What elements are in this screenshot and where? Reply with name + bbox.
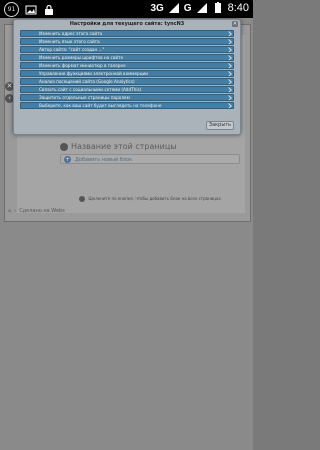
menu-item-analytics[interactable]: Анализ посещений сайта (Google Analytics…	[20, 78, 234, 85]
add-block-label: Добавить новый блок	[75, 157, 133, 163]
network-type: 3G	[150, 2, 164, 14]
clock: 8:40	[227, 2, 249, 14]
section-title-text: Название этой страницы	[71, 142, 177, 151]
home-icon: ⌂	[8, 208, 12, 214]
arrow-icon	[226, 55, 232, 60]
chevron-icon	[79, 196, 86, 202]
lock-icon	[45, 4, 53, 15]
status-bar: 91 3G G 8:40	[0, 0, 253, 18]
arrow-icon	[226, 63, 232, 68]
section-title: Название этой страницы	[60, 142, 177, 151]
menu-item-author[interactable]: Автор сайта: "сайт создан ..."	[20, 46, 234, 53]
settings-menu: Изменить адрес этого сайта Изменить язык…	[20, 30, 234, 110]
arrow-icon	[226, 39, 232, 44]
footer-crumb: ⌂ › Сделано на Webs	[8, 208, 65, 214]
arrow-icon	[226, 79, 232, 84]
dialog-close-icon[interactable]: ✕	[232, 21, 238, 27]
section-icon	[60, 142, 68, 151]
battery-icon	[214, 2, 221, 13]
signal-icon-2	[196, 3, 207, 13]
image-icon	[25, 5, 37, 14]
add-block-button[interactable]: + Добавить новый блок	[60, 154, 240, 164]
signal-icon	[168, 3, 179, 13]
menu-item-ecommerce[interactable]: Управление функциями электронной коммерц…	[20, 70, 234, 77]
dialog-title: Настройки для текущего сайта: tyncN3	[69, 21, 185, 27]
arrow-icon	[226, 87, 232, 92]
menu-item-font-size[interactable]: Изменить размеры шрифтов на сайте	[20, 54, 234, 61]
crumb-text[interactable]: Сделано на Webs	[19, 208, 65, 214]
plus-icon: +	[64, 156, 71, 163]
menu-item-password[interactable]: Защитить отдельные страницы паролем	[20, 94, 234, 101]
network-type-secondary: G	[183, 2, 192, 14]
notification-badge: 91	[4, 2, 19, 17]
menu-item-mobile[interactable]: Выберите, как ваш сайт будет выглядеть н…	[20, 102, 234, 109]
menu-item-change-address[interactable]: Изменить адрес этого сайта	[20, 30, 234, 37]
arrow-icon	[226, 95, 232, 100]
arrow-icon	[226, 103, 232, 108]
bottom-strip: Щелкните по кнопке, чтобы добавить блок …	[60, 194, 240, 203]
arrow-icon	[226, 47, 232, 52]
close-button[interactable]: Закрыть	[206, 121, 234, 130]
arrow-icon	[226, 31, 232, 36]
menu-item-change-language[interactable]: Изменить язык этого сайта	[20, 38, 234, 45]
menu-item-thumbnails[interactable]: Изменить формат миниатюр в галерее	[20, 62, 234, 69]
arrow-icon	[226, 71, 232, 76]
crumb-sep: ›	[14, 208, 17, 214]
bottom-strip-text: Щелкните по кнопке, чтобы добавить блок …	[88, 196, 221, 201]
site-settings-dialog: Настройки для текущего сайта: tyncN3 ✕ И…	[13, 19, 241, 135]
menu-item-social[interactable]: Связать сайт с социальными сетями (AddTh…	[20, 86, 234, 93]
